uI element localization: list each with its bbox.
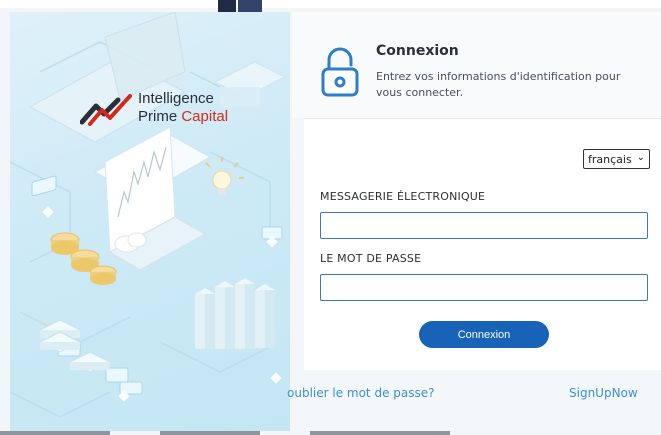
page-subtitle: Entrez vos informations d'identification…: [376, 70, 621, 99]
login-header: Connexion Entrez vos informations d'iden…: [292, 12, 661, 118]
page-title: Connexion: [376, 43, 459, 59]
bottom-strip-fragment: [0, 431, 110, 435]
brand-name-line2: Prime Capital: [138, 108, 228, 125]
bottom-strip-fragment: [160, 431, 260, 435]
login-panel: Connexion Entrez vos informations d'iden…: [287, 12, 661, 435]
brand-name-capital: Capital: [181, 108, 229, 125]
logo-mark-icon: [80, 94, 132, 126]
hero-illustration: Intelligence Prime Capital: [10, 12, 290, 432]
brand-name-line1: Intelligence: [138, 90, 214, 107]
brand-name-prime: Prime: [138, 108, 182, 125]
password-label: LE MOT DE PASSE: [320, 252, 422, 265]
password-field[interactable]: [320, 274, 648, 301]
language-select[interactable]: français ⌄: [583, 149, 650, 169]
forgot-password-link[interactable]: oublier le mot de passe?: [287, 386, 435, 400]
language-selected-value: français: [588, 152, 632, 166]
email-field[interactable]: [320, 212, 648, 239]
login-form: français ⌄ MESSAGERIE ÉLECTRONIQUE LE MO…: [304, 118, 661, 370]
bottom-strip-fragment: [310, 431, 450, 435]
top-strip: [0, 0, 661, 12]
signup-link[interactable]: SignUpNow: [569, 386, 638, 400]
login-button[interactable]: Connexion: [419, 321, 549, 348]
chevron-down-icon: ⌄: [636, 152, 645, 163]
email-label: MESSAGERIE ÉLECTRONIQUE: [320, 190, 486, 203]
brand-logo: Intelligence Prime Capital: [80, 88, 250, 138]
lock-icon: [321, 47, 359, 97]
bottom-strip: [0, 431, 661, 435]
top-strip-fragment: [218, 0, 236, 12]
top-strip-fragment: [238, 0, 262, 12]
isometric-tech-illustration: [10, 12, 287, 418]
